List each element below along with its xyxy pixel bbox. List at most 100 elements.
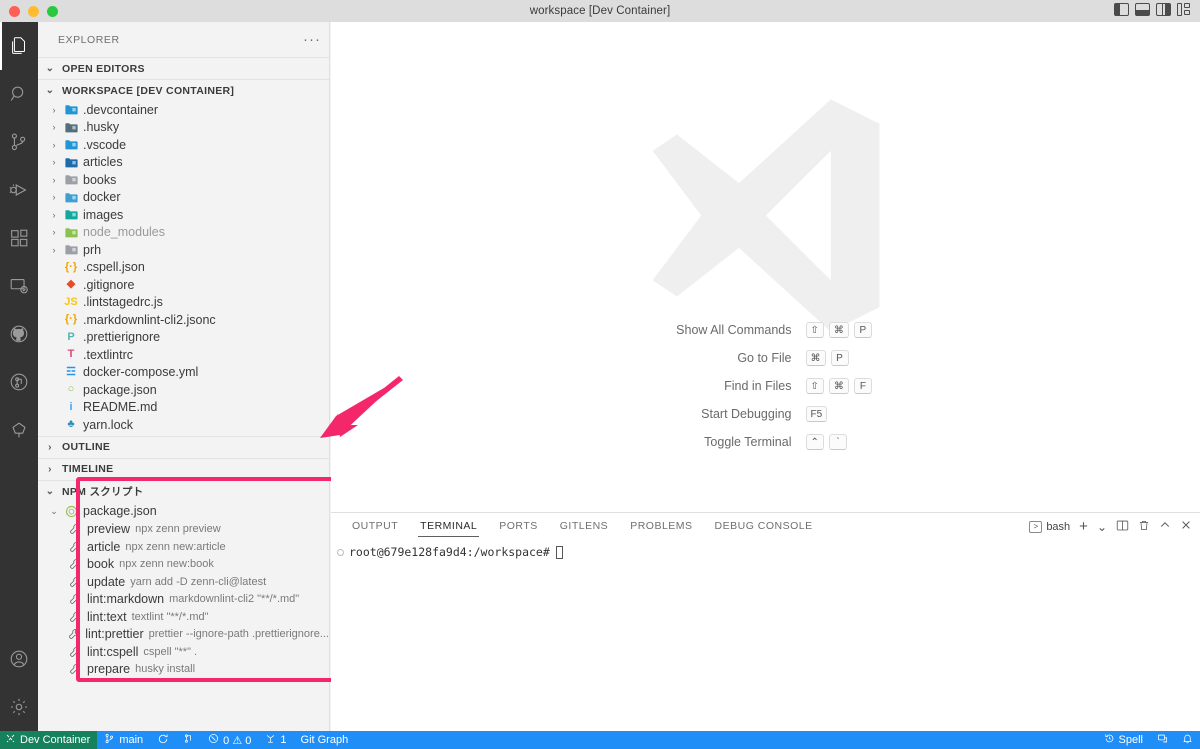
tree-icon — [8, 419, 30, 441]
tree-folder-row[interactable]: › .husky — [38, 119, 329, 137]
panel-tab-ports[interactable]: PORTS — [488, 513, 548, 540]
wrench-icon — [66, 576, 84, 588]
keycap: P — [830, 350, 849, 366]
toggle-panel-icon[interactable] — [1135, 3, 1150, 16]
npm-script-row[interactable]: article npx zenn new:article — [38, 538, 329, 556]
split-terminal-icon[interactable] — [1116, 519, 1129, 535]
npm-script-name: preview — [87, 522, 131, 537]
activity-search[interactable] — [0, 70, 38, 118]
activity-settings[interactable] — [0, 683, 38, 731]
panel-tab-problems[interactable]: PROBLEMS — [619, 513, 703, 540]
npm-package-json-row[interactable]: ⌄ package.json — [38, 502, 329, 521]
shortcut-row[interactable]: Start Debugging F5 — [596, 406, 936, 422]
status-gitlens-blame[interactable] — [176, 731, 201, 749]
section-outline[interactable]: › OUTLINE — [38, 435, 329, 458]
terminal-output[interactable]: root@679e128fa9d4:/workspace# — [331, 540, 1200, 559]
tree-file-row[interactable]: P .prettierignore — [38, 329, 329, 347]
activity-run-and-debug[interactable] — [0, 166, 38, 214]
tree-file-row[interactable]: JS .lintstagedrc.js — [38, 294, 329, 312]
folder-husky-icon — [62, 122, 80, 133]
github-icon — [8, 323, 30, 345]
sidebar-more-actions[interactable]: ··· — [303, 32, 321, 47]
npm-script-row[interactable]: lint:text textlint "**/*.md" — [38, 608, 329, 626]
customize-layout-icon[interactable] — [1177, 3, 1192, 16]
status-live-share[interactable] — [1150, 731, 1175, 749]
tree-folder-row[interactable]: › articles — [38, 154, 329, 172]
git-icon-icon: ◆ — [66, 278, 76, 291]
npm-script-command: husky install — [135, 663, 196, 676]
layout-controls[interactable] — [1114, 3, 1192, 16]
status-ports[interactable]: 1 — [258, 731, 293, 749]
tree-folder-row[interactable]: › .devcontainer — [38, 101, 329, 119]
status-sync[interactable] — [150, 731, 176, 749]
tree-file-row[interactable]: ◆ .gitignore — [38, 276, 329, 294]
tree-file-row[interactable]: i README.md — [38, 399, 329, 417]
panel-tab-debug-console[interactable]: DEBUG CONSOLE — [704, 513, 824, 540]
npm-script-row[interactable]: lint:markdown markdownlint-cli2 "**/*.md" — [38, 591, 329, 609]
tree-folder-row[interactable]: › .vscode — [38, 136, 329, 154]
section-timeline[interactable]: › TIMELINE — [38, 457, 329, 480]
npm-script-command: npx zenn new:article — [125, 540, 226, 553]
status-problems[interactable]: 0 ⚠ 0 — [201, 731, 258, 749]
npm-script-row[interactable]: preview npx zenn preview — [38, 521, 329, 539]
shortcut-row[interactable]: Show All Commands ⇧ ⌘ P — [596, 322, 936, 338]
status-notifications[interactable] — [1175, 731, 1200, 749]
section-workspace-label: WORKSPACE [DEV CONTAINER] — [62, 84, 235, 97]
npm-script-row[interactable]: prepare husky install — [38, 661, 329, 679]
tree-file-row[interactable]: ♣ yarn.lock — [38, 416, 329, 434]
tree-folder-row[interactable]: › books — [38, 171, 329, 189]
tree-file-row[interactable]: {·} .cspell.json — [38, 259, 329, 277]
activity-gitlens[interactable] — [0, 358, 38, 406]
section-workspace[interactable]: ⌄ WORKSPACE [DEV CONTAINER] — [38, 79, 329, 101]
shortcut-row[interactable]: Find in Files ⇧ ⌘ F — [596, 378, 936, 394]
close-panel-icon[interactable] — [1180, 519, 1192, 534]
activity-accounts[interactable] — [0, 635, 38, 683]
tree-folder-row[interactable]: › docker — [38, 189, 329, 207]
shortcut-row[interactable]: Go to File ⌘ P — [596, 350, 936, 366]
tree-folder-row[interactable]: › node_modules — [38, 224, 329, 242]
status-git-graph[interactable]: Git Graph — [294, 731, 356, 749]
error-icon — [208, 733, 219, 747]
shortcut-row[interactable]: Toggle Terminal ⌃ ` — [596, 434, 936, 450]
terminal-shell-selector[interactable]: > bash — [1029, 520, 1070, 533]
tree-file-row[interactable]: T .textlintrc — [38, 346, 329, 364]
chevron-down-icon[interactable]: ⌄ — [1097, 520, 1107, 534]
explorer-sidebar: EXPLORER ··· ⌄ OPEN EDITORS ⌄ WORKSPACE … — [38, 22, 370, 731]
status-spell-checker[interactable]: Spell — [1097, 731, 1150, 749]
panel-tab-output[interactable]: OUTPUT — [341, 513, 409, 540]
status-branch[interactable]: main — [97, 731, 150, 749]
trash-icon[interactable] — [1138, 519, 1150, 535]
folder-node-modules-icon — [62, 227, 80, 238]
panel-actions: > bash + ⌄ — [1029, 513, 1192, 540]
editor-area: Show All Commands ⇧ ⌘ P Go to File ⌘ P Find in … — [331, 22, 1200, 512]
status-remote-indicator[interactable]: Dev Container — [0, 731, 98, 749]
maximize-panel-icon[interactable] — [1159, 519, 1171, 534]
activity-explorer[interactable] — [0, 22, 38, 70]
npm-script-row[interactable]: lint:cspell cspell "**" . — [38, 643, 329, 661]
panel-tab-terminal[interactable]: TERMINAL — [409, 513, 488, 540]
toggle-secondary-sidebar-icon[interactable] — [1156, 3, 1171, 16]
section-outline-label: OUTLINE — [62, 441, 111, 453]
section-npm-scripts[interactable]: ⌄ NPM スクリプト — [38, 479, 329, 502]
tree-folder-row[interactable]: › prh — [38, 241, 329, 259]
npm-script-row[interactable]: update yarn add -D zenn-cli@latest — [38, 573, 329, 591]
gitlens-icon — [8, 371, 30, 393]
run-debug-icon — [8, 179, 30, 201]
tree-file-row[interactable]: ☲ docker-compose.yml — [38, 364, 329, 382]
tree-folder-row[interactable]: › images — [38, 206, 329, 224]
tree-file-row[interactable]: ○ package.json — [38, 381, 329, 399]
activity-extensions[interactable] — [0, 214, 38, 262]
npm-script-row[interactable]: lint:prettier prettier --ignore-path .pre… — [38, 626, 329, 644]
sidebar-title: EXPLORER — [58, 33, 120, 46]
section-open-editors[interactable]: ⌄ OPEN EDITORS — [38, 57, 329, 79]
activity-github[interactable] — [0, 310, 38, 358]
new-terminal-button[interactable]: + — [1079, 519, 1088, 534]
npm-script-row[interactable]: book npx zenn new:book — [38, 556, 329, 574]
activity-remote-explorer[interactable] — [0, 262, 38, 310]
toggle-primary-sidebar-icon[interactable] — [1114, 3, 1129, 16]
activity-source-control[interactable] — [0, 118, 38, 166]
activity-git-graph[interactable] — [0, 406, 38, 454]
tree-item-label: prh — [83, 242, 102, 257]
panel-tab-gitlens[interactable]: GITLENS — [549, 513, 619, 540]
tree-file-row[interactable]: {·} .markdownlint-cli2.jsonc — [38, 311, 329, 329]
